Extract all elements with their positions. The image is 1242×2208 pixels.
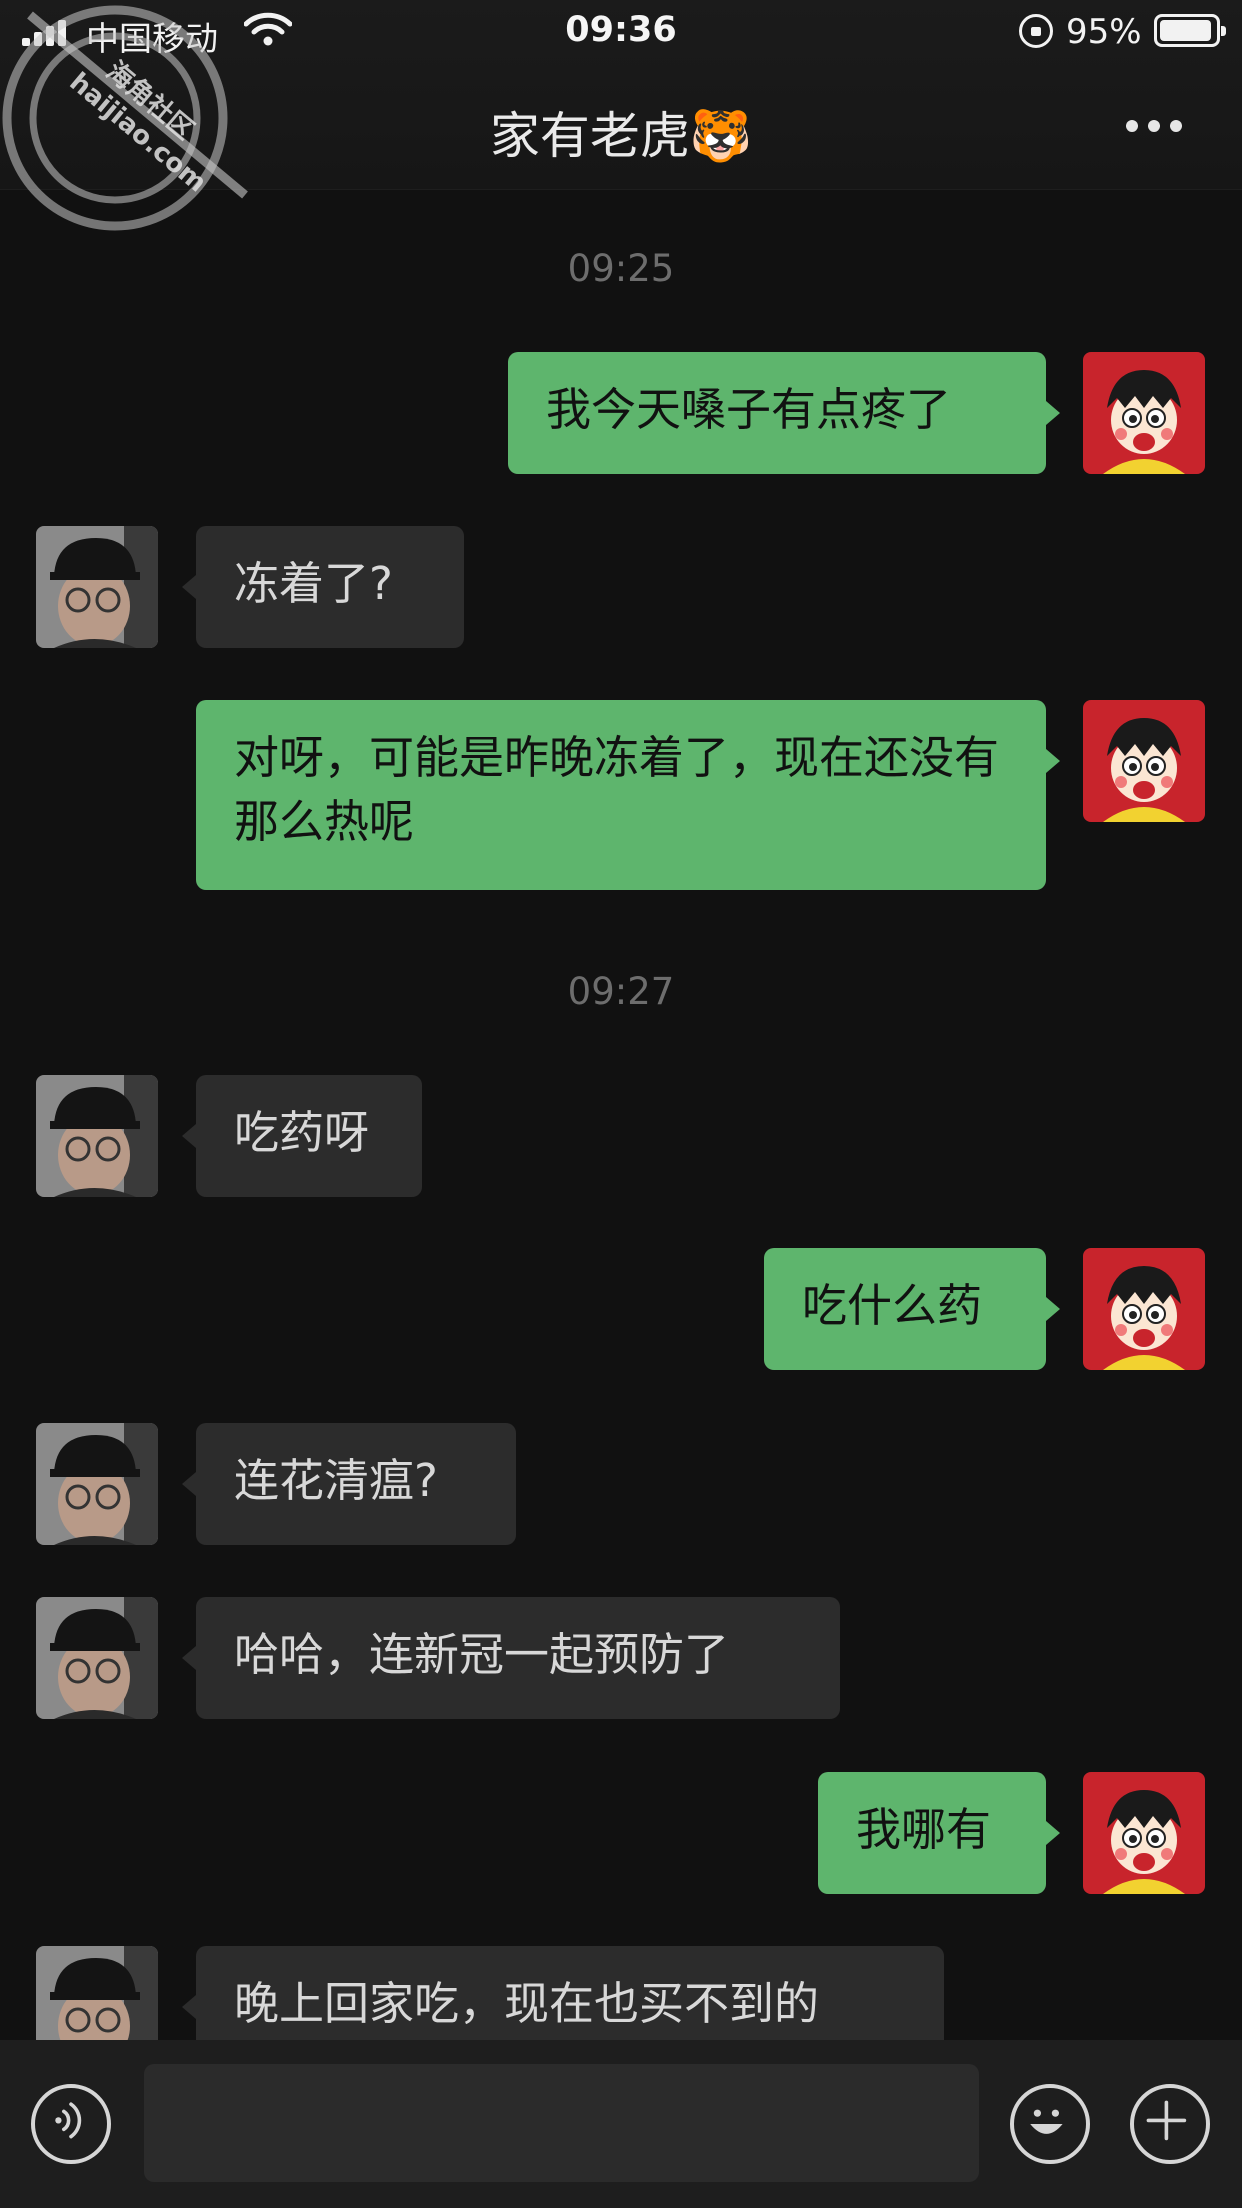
input-bar [0,2040,1242,2208]
bubble-tail [182,1995,196,2019]
contact-avatar[interactable] [36,1597,158,1719]
message-input[interactable] [144,2064,979,2182]
received-message-bubble[interactable]: 哈哈，连新冠一起预防了 [196,1597,840,1719]
bubble-tail [182,575,196,599]
received-message-bubble[interactable]: 吃药呀 [196,1075,422,1197]
my-avatar[interactable] [1083,1248,1205,1370]
bubble-tail [1046,749,1060,773]
timestamp: 09:25 [567,247,675,290]
sent-message-bubble[interactable]: 吃什么药 [764,1248,1046,1370]
timestamp: 09:27 [567,970,675,1013]
sent-message-bubble[interactable]: 对呀，可能是昨晚冻着了，现在还没有那么热呢 [196,700,1046,890]
bubble-tail [182,1472,196,1496]
received-message-bubble[interactable]: 连花清瘟? [196,1423,516,1545]
voice-icon[interactable] [31,2084,111,2164]
my-avatar[interactable] [1083,1772,1205,1894]
plus-icon[interactable] [1130,2084,1210,2164]
my-avatar[interactable] [1083,352,1205,474]
bubble-tail [182,1646,196,1670]
contact-avatar[interactable] [36,1423,158,1545]
received-message-bubble[interactable]: 冻着了? [196,526,464,648]
bubble-tail [1046,401,1060,425]
watermark-logo: 海角社区 haijiao.com [2,5,248,231]
my-avatar[interactable] [1083,700,1205,822]
orientation-lock-icon [1019,14,1053,48]
bubble-tail [1046,1821,1060,1845]
battery-icon [1154,14,1226,47]
more-icon[interactable] [1126,116,1186,136]
bubble-tail [1046,1297,1060,1321]
sent-message-bubble[interactable]: 我今天嗓子有点疼了 [508,352,1046,474]
contact-avatar[interactable] [36,1075,158,1197]
contact-avatar[interactable] [36,526,158,648]
emoji-icon[interactable] [1010,2084,1090,2164]
battery-percent: 95% [1066,12,1142,52]
chat-screen: 中国移动 09:36 95% 家有老虎🐯 海角社区 haijiao.com 09… [0,0,1242,2208]
sent-message-bubble[interactable]: 我哪有 [818,1772,1046,1894]
bubble-tail [182,1124,196,1148]
